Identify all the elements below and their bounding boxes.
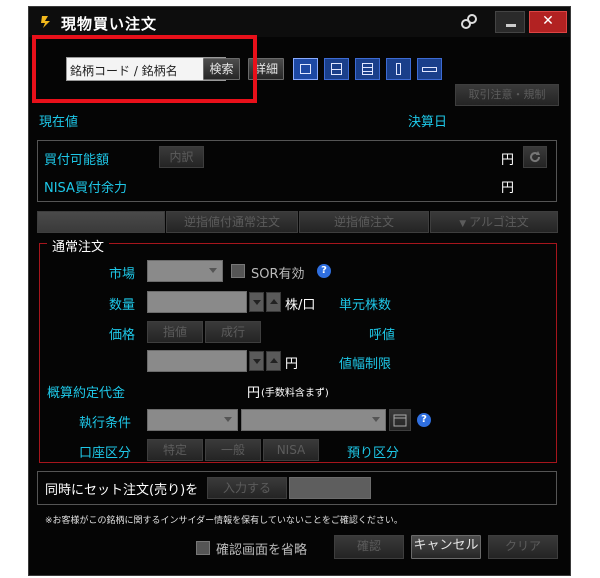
tab-stop-order[interactable]: 逆指値注文 — [299, 211, 429, 233]
help-icon[interactable]: ? — [317, 264, 331, 278]
set-order-input-button[interactable]: 入力する — [207, 477, 287, 499]
estimate-label: 概算約定代金 — [47, 386, 126, 401]
quantity-unit: 株/口 — [285, 298, 316, 313]
current-price-label: 現在値 — [39, 115, 79, 130]
tab-normal-order[interactable] — [37, 211, 165, 233]
set-order-label: 同時にセット注文(売り)を — [45, 483, 199, 498]
market-price-button[interactable]: 成行 — [205, 321, 261, 343]
refresh-button[interactable] — [523, 146, 547, 168]
trade-caution-button[interactable]: 取引注意・規制 — [455, 84, 559, 106]
breakdown-button[interactable]: 内訳 — [159, 146, 204, 168]
minimize-button[interactable] — [495, 11, 525, 33]
app-logo-icon — [41, 16, 50, 28]
link-icon[interactable] — [457, 11, 481, 33]
tab-stop-normal-order[interactable]: 逆指値付通常注文 — [166, 211, 298, 233]
quantity-input[interactable] — [147, 291, 247, 313]
normal-order-title: 通常注文 — [47, 236, 110, 255]
price-increment-button[interactable] — [266, 351, 281, 371]
clear-button[interactable]: クリア — [488, 535, 558, 559]
help-icon[interactable]: ? — [417, 413, 431, 427]
layout-split-3-button[interactable] — [355, 58, 380, 80]
unit-shares-label: 単元株数 — [339, 298, 392, 313]
highlight-box — [32, 35, 257, 103]
account-general-button[interactable]: 一般 — [205, 439, 261, 461]
market-select[interactable] — [147, 260, 223, 282]
insider-notice: ※お客様がこの銘柄に関するインサイダー情報を保有していないことをご確認ください。 — [45, 516, 403, 526]
layout-split-h-button[interactable] — [324, 58, 349, 80]
buying-power-label: 買付可能額 — [44, 153, 110, 168]
close-button[interactable]: ✕ — [529, 11, 567, 33]
buying-power-unit: 円 — [501, 153, 515, 168]
price-decrement-button[interactable] — [249, 351, 264, 371]
skip-confirm-checkbox[interactable] — [196, 541, 210, 555]
dropdown-icon: ▼ — [459, 219, 470, 229]
calendar-button[interactable] — [389, 409, 411, 431]
sor-label: SOR有効 — [251, 267, 305, 282]
layout-wide-button[interactable] — [417, 58, 442, 80]
calendar-icon — [393, 414, 407, 427]
tab-algo-label: アルゴ注文 — [469, 215, 529, 229]
nisa-buying-unit: 円 — [501, 181, 515, 196]
window-title: 現物買い注文 — [61, 15, 158, 33]
price-range-label: 値幅制限 — [339, 357, 392, 372]
estimate-note: (手数料含まず) — [261, 388, 329, 399]
skip-confirm-label: 確認画面を省略 — [216, 543, 308, 558]
custody-type-label: 預り区分 — [347, 446, 400, 461]
account-type-label: 口座区分 — [79, 446, 132, 461]
price-input[interactable] — [147, 350, 247, 372]
refresh-icon — [530, 151, 541, 163]
close-icon: ✕ — [542, 13, 554, 29]
tab-algo-order[interactable]: ▼ アルゴ注文 — [430, 211, 558, 233]
chevron-down-icon — [224, 417, 232, 422]
tick-size-label: 呼値 — [369, 328, 396, 343]
set-order-field[interactable] — [289, 477, 371, 499]
chevron-down-icon — [372, 417, 380, 422]
layout-single-button[interactable] — [293, 58, 318, 80]
quantity-decrement-button[interactable] — [249, 292, 264, 312]
quantity-label: 数量 — [109, 298, 136, 313]
sor-checkbox[interactable] — [231, 264, 245, 278]
layout-narrow-button[interactable] — [386, 58, 411, 80]
price-unit: 円 — [285, 357, 299, 372]
exec-date-select[interactable] — [241, 409, 386, 431]
market-label: 市場 — [109, 267, 136, 282]
limit-price-button[interactable]: 指値 — [147, 321, 203, 343]
estimate-unit: 円 — [247, 386, 261, 401]
price-label: 価格 — [109, 328, 136, 343]
quantity-increment-button[interactable] — [266, 292, 281, 312]
order-window: 現物買い注文 ✕ 銘柄コード / 銘柄名 検索 詳細 取引注意・規制 現在値 決… — [28, 6, 571, 576]
title-bar[interactable]: 現物買い注文 ✕ — [29, 7, 570, 37]
account-specific-button[interactable]: 特定 — [147, 439, 203, 461]
settlement-date-label: 決算日 — [408, 115, 448, 130]
exec-condition-select[interactable] — [147, 409, 238, 431]
cancel-button[interactable]: キャンセル — [411, 535, 481, 559]
account-nisa-button[interactable]: NISA — [263, 439, 319, 461]
nisa-buying-label: NISA買付余力 — [44, 181, 127, 196]
chevron-down-icon — [209, 268, 217, 273]
exec-condition-label: 執行条件 — [79, 416, 132, 431]
confirm-button[interactable]: 確認 — [334, 535, 404, 559]
